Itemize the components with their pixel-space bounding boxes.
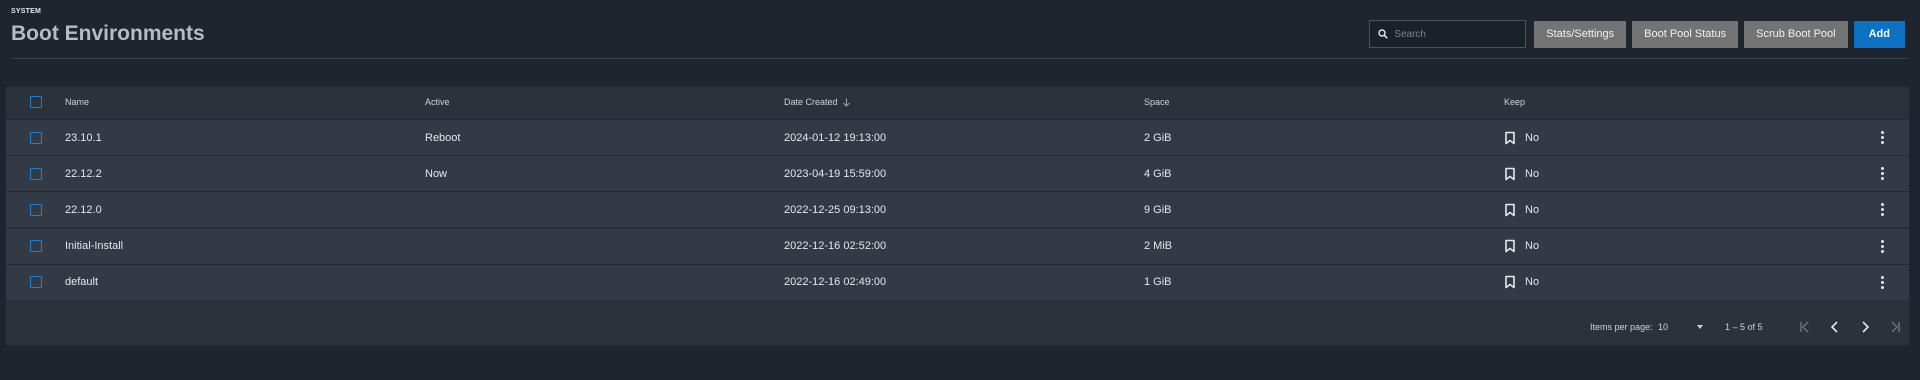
search-box[interactable]: [1369, 20, 1527, 48]
cell-keep-value: No: [1525, 167, 1540, 180]
table-row[interactable]: 22.12.2 Now 2023-04-19 15:59:00 4 GiB No: [6, 155, 1909, 192]
header-actions: Stats/Settings Boot Pool Status Scrub Bo…: [1369, 20, 1905, 48]
cell-keep[interactable]: No: [1504, 131, 1539, 145]
row-checkbox[interactable]: [30, 240, 42, 253]
sort-down-icon: [842, 98, 850, 107]
column-header-space[interactable]: Space: [1144, 97, 1170, 107]
page-range-label: 1 – 5 of 5: [1725, 322, 1763, 332]
items-per-page-label: Items per page:: [1590, 322, 1653, 332]
bookmark-icon[interactable]: [1504, 131, 1516, 145]
cell-keep-value: No: [1525, 276, 1540, 289]
more-vert-icon: [1879, 239, 1885, 253]
page-title: Boot Environments: [11, 22, 205, 45]
row-actions-menu[interactable]: [1879, 167, 1885, 181]
header-divider: [11, 58, 1908, 59]
row-checkbox[interactable]: [30, 167, 42, 180]
cell-name: default: [65, 276, 99, 289]
dropdown-arrow-icon[interactable]: [1691, 319, 1709, 335]
cell-keep-value: No: [1525, 131, 1540, 144]
search-input[interactable]: [1394, 28, 1515, 40]
cell-keep-value: No: [1525, 203, 1540, 216]
row-actions-menu[interactable]: [1879, 239, 1885, 253]
row-checkbox[interactable]: [30, 276, 42, 289]
table-header-row: Name Active Date Created Space Keep: [6, 87, 1909, 117]
search-icon: [1378, 29, 1389, 39]
cell-keep[interactable]: No: [1504, 167, 1539, 181]
cell-space: 2 GiB: [1144, 131, 1172, 144]
next-page-icon[interactable]: [1856, 319, 1874, 335]
cell-space: 4 GiB: [1144, 167, 1172, 180]
cell-keep[interactable]: No: [1504, 203, 1539, 217]
boot-environments-table: Name Active Date Created Space Keep 23.1…: [6, 87, 1909, 345]
row-actions-menu[interactable]: [1879, 131, 1885, 144]
last-page-icon[interactable]: [1886, 319, 1904, 335]
table-row[interactable]: 23.10.1 Reboot 2024-01-12 19:13:00 2 GiB…: [6, 119, 1909, 155]
cell-name: 22.12.2: [65, 167, 102, 180]
column-header-date-created[interactable]: Date Created: [784, 97, 851, 107]
column-header-active[interactable]: Active: [425, 97, 450, 107]
first-page-icon[interactable]: [1796, 319, 1814, 335]
cell-date-created: 2024-01-12 19:13:00: [784, 131, 887, 144]
cell-name: 22.12.0: [65, 203, 102, 216]
prev-page-icon[interactable]: [1826, 319, 1844, 335]
cell-name: 23.10.1: [65, 131, 102, 144]
breadcrumb: SYSTEM: [11, 8, 41, 15]
table-row[interactable]: Initial-Install 2022-12-16 02:52:00 2 Mi…: [6, 227, 1909, 264]
stats-settings-button[interactable]: Stats/Settings: [1534, 20, 1627, 48]
cell-name: Initial-Install: [65, 240, 124, 253]
more-vert-icon: [1879, 275, 1885, 289]
boot-pool-status-button[interactable]: Boot Pool Status: [1632, 20, 1739, 48]
column-header-name[interactable]: Name: [65, 97, 89, 107]
bookmark-icon[interactable]: [1504, 275, 1516, 289]
row-actions-menu[interactable]: [1879, 203, 1885, 217]
column-header-date-created-label: Date Created: [784, 97, 838, 107]
more-vert-icon: [1879, 203, 1885, 217]
paginator: Items per page: 10 1 – 5 of 5: [6, 310, 1909, 345]
cell-keep[interactable]: No: [1504, 239, 1539, 253]
table-row[interactable]: default 2022-12-16 02:49:00 1 GiB No: [6, 263, 1909, 300]
cell-active: Now: [425, 167, 448, 180]
row-checkbox[interactable]: [30, 203, 42, 216]
cell-date-created: 2023-04-19 15:59:00: [784, 167, 887, 180]
more-vert-icon: [1879, 131, 1885, 144]
bookmark-icon[interactable]: [1504, 203, 1516, 217]
column-header-keep[interactable]: Keep: [1504, 97, 1525, 107]
cell-keep-value: No: [1525, 240, 1540, 253]
row-checkbox[interactable]: [30, 131, 42, 144]
select-all-checkbox[interactable]: [30, 96, 42, 108]
cell-space: 9 GiB: [1144, 203, 1172, 216]
cell-keep[interactable]: No: [1504, 275, 1539, 289]
scrub-boot-pool-button[interactable]: Scrub Boot Pool: [1744, 20, 1848, 48]
cell-date-created: 2022-12-25 09:13:00: [784, 203, 887, 216]
more-vert-icon: [1879, 167, 1885, 181]
add-button[interactable]: Add: [1853, 20, 1905, 48]
table-row[interactable]: 22.12.0 2022-12-25 09:13:00 9 GiB No: [6, 191, 1909, 228]
cell-date-created: 2022-12-16 02:52:00: [784, 240, 887, 253]
items-per-page-value[interactable]: 10: [1658, 322, 1668, 332]
cell-date-created: 2022-12-16 02:49:00: [784, 276, 887, 289]
cell-space: 1 GiB: [1144, 276, 1172, 289]
row-actions-menu[interactable]: [1879, 275, 1885, 289]
cell-active: Reboot: [425, 131, 461, 144]
cell-space: 2 MiB: [1144, 240, 1173, 253]
bookmark-icon[interactable]: [1504, 239, 1516, 253]
bookmark-icon[interactable]: [1504, 167, 1516, 181]
